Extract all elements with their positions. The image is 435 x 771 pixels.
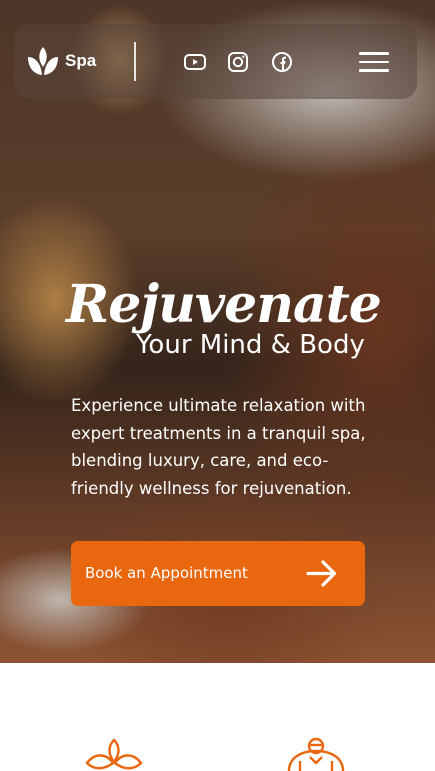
facebook-icon[interactable] xyxy=(270,50,294,74)
youtube-icon[interactable] xyxy=(183,50,207,74)
book-appointment-button[interactable]: Book an Appointment xyxy=(71,541,365,606)
lotus-logo-icon[interactable] xyxy=(26,45,60,78)
hero-description: Experience ultimate relaxation with expe… xyxy=(71,396,366,498)
therapist-icon xyxy=(287,737,345,771)
hamburger-menu-icon[interactable] xyxy=(359,51,389,73)
leaf-sprout-icon xyxy=(85,738,143,770)
hero-subtitle: Your Mind & Body xyxy=(136,330,365,360)
header-divider xyxy=(134,42,136,81)
brand-name[interactable]: Spa xyxy=(65,51,96,71)
hero-section: Spa Rejuvenate Your Mind & Body Experien… xyxy=(0,0,435,663)
book-appointment-label: Book an Appointment xyxy=(85,564,248,582)
top-navigation-bar: Spa xyxy=(14,24,417,99)
arrow-right-icon xyxy=(306,560,337,587)
instagram-icon[interactable] xyxy=(226,50,250,74)
